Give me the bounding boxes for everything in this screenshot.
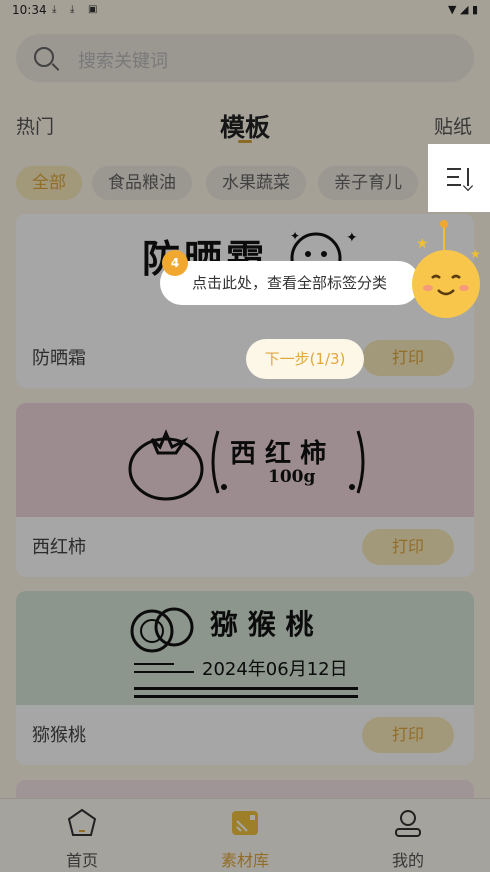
card-image-text: 猕 猴 桃 xyxy=(210,608,314,641)
nav-library[interactable]: 素材库 xyxy=(195,807,295,871)
svg-text:✦: ✦ xyxy=(346,230,358,246)
download-icon-2: ⤓ xyxy=(70,4,75,15)
card-name: 猕猴桃 xyxy=(32,725,86,746)
top-tabs: 热门 模板 贴纸 xyxy=(0,108,490,148)
lightbulb-icon: 4 xyxy=(162,250,188,276)
status-icons: ▼ ◢ ▮ xyxy=(448,3,478,16)
decor-line xyxy=(134,671,194,673)
card-image-date: 2024年06月12日 xyxy=(202,659,348,680)
chip-parenting[interactable]: 亲子育儿 xyxy=(318,166,418,200)
decor-line xyxy=(134,687,358,690)
wifi-icon: ▼ xyxy=(448,3,457,16)
decor-line xyxy=(134,695,358,698)
print-button[interactable]: 打印 xyxy=(362,717,454,753)
card-image-text: 西 红 柿 xyxy=(230,439,327,469)
nav-profile-label: 我的 xyxy=(391,851,424,870)
tab-hot[interactable]: 热门 xyxy=(16,112,54,139)
mascot-icon: ★ ★ xyxy=(412,220,481,318)
chip-food[interactable]: 食品粮油 xyxy=(92,166,192,200)
search-placeholder: 搜索关键词 xyxy=(78,51,168,72)
card-image-subtext: 100g xyxy=(268,467,316,487)
svg-text:★: ★ xyxy=(470,247,481,261)
status-time: 10:34 xyxy=(12,3,47,17)
decor-line xyxy=(134,663,174,665)
signal-icon: ◢ xyxy=(459,3,469,16)
tomato-icon xyxy=(128,429,204,501)
nav-profile[interactable]: 我的 xyxy=(358,807,458,871)
profile-icon xyxy=(395,810,421,837)
card-name: 西红柿 xyxy=(32,537,86,558)
tab-templates[interactable]: 模板 xyxy=(220,108,270,144)
chip-fruit-veg[interactable]: 水果蔬菜 xyxy=(206,166,306,200)
template-card-kiwi[interactable]: 猕 猴 桃 2024年06月12日 猕猴桃 打印 xyxy=(16,591,474,765)
svg-text:★: ★ xyxy=(416,236,429,252)
chip-all[interactable]: 全部 xyxy=(16,166,82,200)
next-step-button[interactable]: 下一步(1/3) xyxy=(246,339,364,379)
notification-icon: ▣ xyxy=(88,4,98,15)
tab-stickers[interactable]: 贴纸 xyxy=(434,112,472,139)
tab-active-indicator xyxy=(238,140,252,143)
library-icon xyxy=(232,811,258,835)
search-icon xyxy=(34,47,54,67)
bottom-navigation: 首页 素材库 我的 xyxy=(0,798,490,872)
template-card-tomato[interactable]: 西 红 柿 100g 西红柿 打印 xyxy=(16,403,474,577)
kiwi-icon xyxy=(130,607,194,653)
card-name: 防晒霜 xyxy=(32,348,86,369)
svg-text:✦: ✦ xyxy=(290,229,300,243)
print-button[interactable]: 打印 xyxy=(362,340,454,376)
search-bar[interactable]: 搜索关键词 xyxy=(16,34,474,82)
guide-tooltip: 点击此处，查看全部标签分类 xyxy=(160,261,420,305)
nav-library-label: 素材库 xyxy=(220,851,269,870)
battery-icon: ▮ xyxy=(471,3,478,16)
nav-home-label: 首页 xyxy=(65,851,98,870)
all-categories-button[interactable] xyxy=(428,144,490,212)
nav-home[interactable]: 首页 xyxy=(32,807,132,871)
print-button[interactable]: 打印 xyxy=(362,529,454,565)
card-image-kiwi: 猕 猴 桃 2024年06月12日 xyxy=(16,591,474,705)
status-bar: 10:34 ⤓ ⤓ ▣ ▼ ◢ ▮ xyxy=(0,0,490,22)
download-icon: ⤓ xyxy=(52,4,57,15)
guide-tooltip-text: 点击此处，查看全部标签分类 xyxy=(192,274,388,292)
home-icon xyxy=(67,808,97,836)
card-image-tomato: 西 红 柿 100g xyxy=(16,403,474,517)
